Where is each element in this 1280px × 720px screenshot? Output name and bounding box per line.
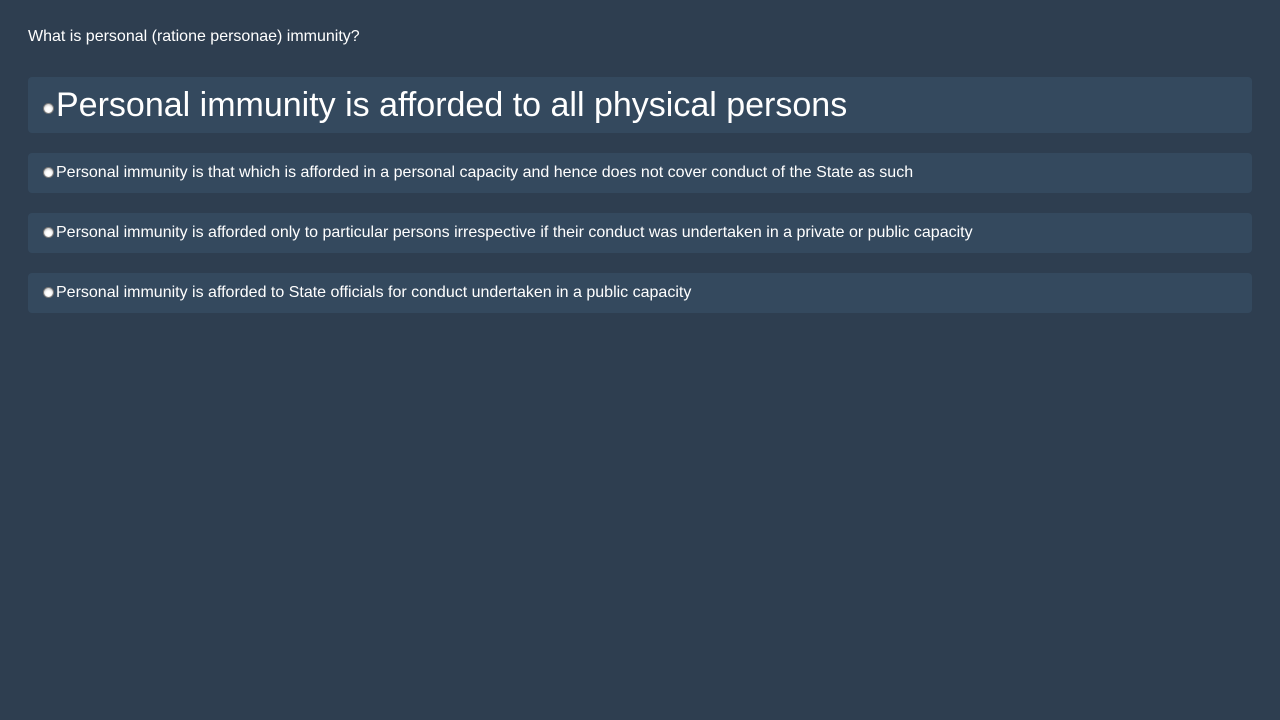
answer-option-4[interactable]: Personal immunity is afforded to State o… <box>28 273 1252 313</box>
radio-button-icon[interactable] <box>43 103 54 114</box>
answer-option-1[interactable]: Personal immunity is afforded to all phy… <box>28 77 1252 133</box>
radio-button-icon[interactable] <box>43 226 54 238</box>
radio-button-icon[interactable] <box>43 286 54 298</box>
answer-option-label: Personal immunity is that which is affor… <box>56 164 914 181</box>
answer-option-3[interactable]: Personal immunity is afforded only to pa… <box>28 213 1252 253</box>
answer-option-label: Personal immunity is afforded to State o… <box>56 284 692 301</box>
answer-option-label: Personal immunity is afforded only to pa… <box>56 224 973 241</box>
answer-option-2[interactable]: Personal immunity is that which is affor… <box>28 153 1252 193</box>
radio-button-icon[interactable] <box>43 166 54 178</box>
answer-option-label: Personal immunity is afforded to all phy… <box>56 86 848 124</box>
question-text: What is personal (ratione personae) immu… <box>28 28 360 45</box>
